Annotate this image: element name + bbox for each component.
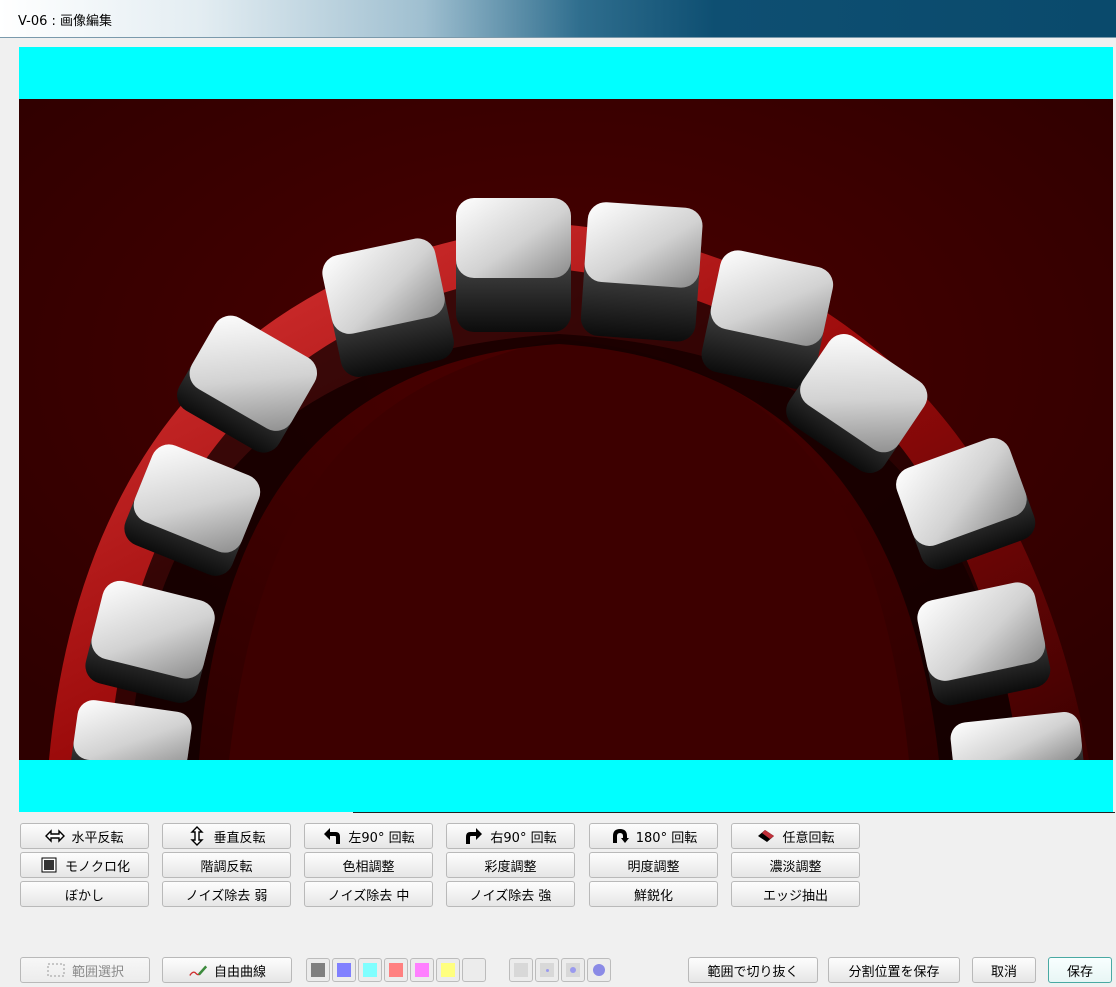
blur-button[interactable]: ぼかし (20, 881, 149, 907)
brightness-adjust-button[interactable]: 明度調整 (589, 852, 718, 878)
window-title: V-06 : 画像編集 (18, 14, 113, 29)
rotate-left-icon (322, 827, 342, 845)
range-select-button[interactable]: 範囲選択 (20, 957, 150, 983)
rotate-left-90-button[interactable]: 左90° 回転 (304, 823, 433, 849)
contrast-adjust-button[interactable]: 濃淡調整 (731, 852, 860, 878)
pen-size-xlarge[interactable] (587, 958, 611, 982)
image-canvas[interactable] (19, 47, 1113, 812)
pen-size-small[interactable] (509, 958, 533, 982)
canvas-divider (353, 812, 1115, 813)
edge-extract-button[interactable]: エッジ抽出 (731, 881, 860, 907)
hue-adjust-button[interactable]: 色相調整 (304, 852, 433, 878)
noise-removal-medium-button[interactable]: ノイズ除去 中 (304, 881, 433, 907)
flip-vertical-button[interactable]: 垂直反転 (162, 823, 291, 849)
gradation-invert-button[interactable]: 階調反転 (162, 852, 291, 878)
monochrome-icon (39, 856, 59, 874)
title-bar: V-06 : 画像編集 (0, 0, 1116, 38)
color-swatch-red[interactable] (384, 958, 408, 982)
pencil-icon (188, 961, 208, 979)
saturation-adjust-button[interactable]: 彩度調整 (446, 852, 575, 878)
flip-vertical-icon (187, 826, 207, 846)
free-curve-button[interactable]: 自由曲線 (162, 957, 292, 983)
crop-to-range-button[interactable]: 範囲で切り抜く (688, 957, 818, 983)
rotate-180-icon (610, 827, 630, 845)
rotate-right-icon (464, 827, 484, 845)
color-swatch-gray[interactable] (306, 958, 330, 982)
color-swatch-yellow[interactable] (436, 958, 460, 982)
noise-removal-strong-button[interactable]: ノイズ除去 強 (446, 881, 575, 907)
cancel-button[interactable]: 取消 (972, 957, 1036, 983)
save-split-position-button[interactable]: 分割位置を保存 (828, 957, 960, 983)
rotate-right-90-button[interactable]: 右90° 回転 (446, 823, 575, 849)
sharpen-button[interactable]: 鮮鋭化 (589, 881, 718, 907)
pen-size-large[interactable] (561, 958, 585, 982)
color-swatch-cyan[interactable] (358, 958, 382, 982)
monochrome-button[interactable]: モノクロ化 (20, 852, 149, 878)
noise-removal-weak-button[interactable]: ノイズ除去 弱 (162, 881, 291, 907)
color-swatch-magenta[interactable] (410, 958, 434, 982)
color-swatch-blue[interactable] (332, 958, 356, 982)
pen-size-medium[interactable] (535, 958, 559, 982)
flip-horizontal-button[interactable]: 水平反転 (20, 823, 149, 849)
free-rotate-icon (756, 827, 776, 845)
rotate-180-button[interactable]: 180° 回転 (589, 823, 718, 849)
save-button[interactable]: 保存 (1048, 957, 1112, 983)
free-rotate-button[interactable]: 任意回転 (731, 823, 860, 849)
dental-arch-image (19, 99, 1113, 760)
color-swatch-none[interactable] (462, 958, 486, 982)
dashed-rectangle-icon (46, 961, 66, 979)
flip-horizontal-icon (45, 827, 66, 845)
